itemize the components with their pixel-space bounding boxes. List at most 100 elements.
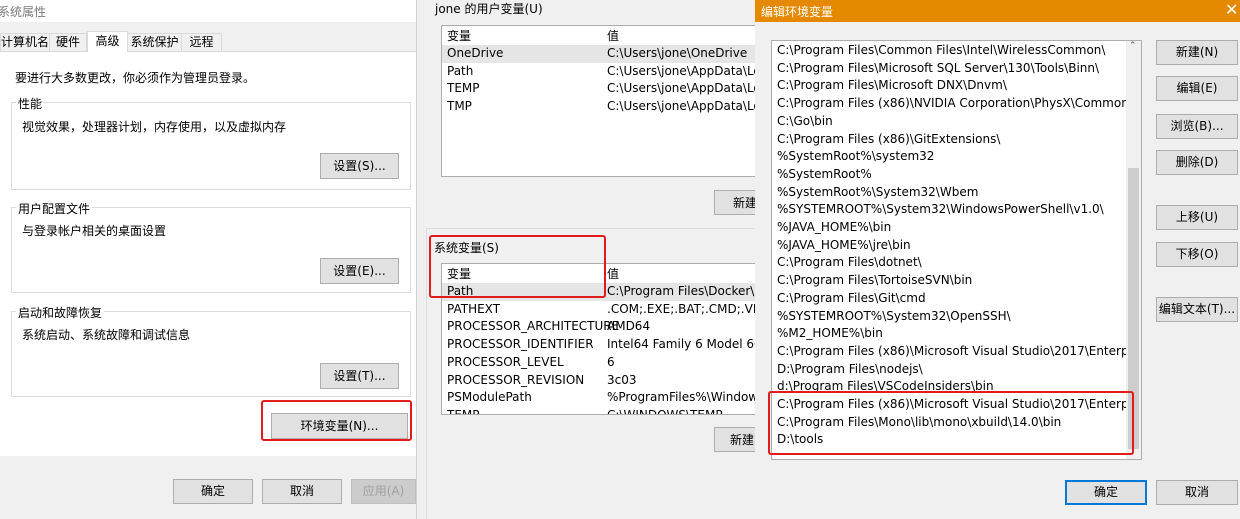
path-entry[interactable]: %SystemRoot%\System32\Wbem [777,184,1126,202]
var-name: TEMP [447,407,480,415]
var-value: %ProgramFiles%\WindowsP [607,390,757,405]
path-entry[interactable]: %JAVA_HOME%\bin [777,219,1126,237]
var-value: .COM;.EXE;.BAT;.CMD;.VBS;. [607,301,756,316]
edit-cancel-button[interactable]: 取消 [1156,480,1238,505]
edit-ok-button[interactable]: 确定 [1065,480,1147,505]
tab-system-protection[interactable]: 系统保护 [128,33,182,51]
path-entry[interactable]: %SYSTEMROOT%\System32\WindowsPowerShell\… [777,201,1126,219]
sys-row-processor-revision[interactable]: PROCESSOR_REVISION 3c03 [442,372,756,390]
advanced-tab-panel: 要进行大多数更改，你必须作为管理员登录。 性能 视觉效果，处理器计划，内存使用，… [0,51,416,456]
system-variables-title: 系统变量(S) [434,239,499,256]
var-name: OneDrive [447,46,504,60]
user-row-temp[interactable]: TEMP C:\Users\jone\AppData\Loca [442,80,775,98]
user-profiles-legend: 用户配置文件 [16,200,93,217]
var-name: PROCESSOR_ARCHITECTURE [447,319,620,334]
path-entry[interactable]: d:\Program Files\VSCodeInsiders\bin [777,378,1126,396]
path-entry[interactable]: C:\Program Files\Mono\lib\mono\xbuild\14… [777,414,1126,432]
edit-window-titlebar: 编辑环境变量 ✕ [755,0,1240,22]
tab-hardware[interactable]: 硬件 [50,33,87,51]
user-col-variable[interactable]: 变量 [447,27,471,45]
user-row-path[interactable]: Path C:\Users\jone\AppData\Loca [442,63,775,81]
var-value: AMD64 [607,319,651,334]
user-row-tmp[interactable]: TMP C:\Users\jone\AppData\Loca [442,98,775,116]
browse-button[interactable]: 浏览(B)... [1156,114,1238,139]
edit-entry-button[interactable]: 编辑(E) [1156,76,1238,101]
edit-environment-variable-window: 编辑环境变量 ✕ C:\Program Files\Common Files\I… [755,0,1240,519]
path-entry[interactable]: C:\Go\bin [777,113,1126,131]
var-name: TEMP [447,81,480,96]
user-variables-title: jone 的用户变量(U) [435,2,543,16]
sys-row-processor-identifier[interactable]: PROCESSOR_IDENTIFIER Intel64 Family 6 Mo… [442,336,756,354]
delete-entry-button[interactable]: 删除(D) [1156,150,1238,175]
list-scrollbar[interactable]: ⌃ [1126,41,1141,459]
sys-row-temp[interactable]: TEMP C:\WINDOWS\TEMP [442,407,756,415]
var-value: C:\Program Files\Docker\Do [607,284,757,298]
tab-label: 高级 [95,34,120,48]
var-name: PROCESSOR_IDENTIFIER [447,337,594,352]
path-entry[interactable]: %JAVA_HOME%\jre\bin [777,237,1126,255]
var-name: Path [447,284,474,298]
tab-advanced[interactable]: 高级 [87,31,128,52]
cancel-button[interactable]: 取消 [262,479,342,504]
sys-row-pathext[interactable]: PATHEXT .COM;.EXE;.BAT;.CMD;.VBS;. [442,301,756,319]
sys-col-variable[interactable]: 变量 [447,265,471,283]
edit-window-title: 编辑环境变量 [761,5,834,19]
path-entry[interactable]: C:\Program Files\Common Files\Intel\Wire… [777,42,1126,60]
new-entry-button[interactable]: 新建(N) [1156,40,1238,65]
path-entry[interactable]: C:\Program Files\Microsoft SQL Server\13… [777,60,1126,78]
window-titlebar: 系统属性 [0,0,416,22]
sys-row-psmodulepath[interactable]: PSModulePath %ProgramFiles%\WindowsP [442,389,757,407]
environment-variables-window: jone 的用户变量(U) 变量 值 OneDrive C:\Users\jon… [416,0,775,519]
environment-variables-button[interactable]: 环境变量(N)... [271,413,408,439]
admin-note: 要进行大多数更改，你必须作为管理员登录。 [15,71,256,85]
move-down-button[interactable]: 下移(O) [1156,242,1238,267]
path-entry[interactable]: C:\Program Files (x86)\Microsoft Visual … [777,343,1126,361]
close-icon[interactable]: ✕ [1225,0,1238,20]
sys-row-path[interactable]: Path C:\Program Files\Docker\Do [442,283,757,301]
var-value: C:\Users\jone\AppData\Loca [607,63,775,78]
startup-recovery-description: 系统启动、系统故障和调试信息 [22,328,191,342]
path-entry[interactable]: C:\Program Files (x86)\NVIDIA Corporatio… [777,95,1126,113]
var-value: C:\WINDOWS\TEMP [607,407,723,415]
scrollbar-thumb[interactable] [1128,168,1139,449]
user-profiles-settings-button[interactable]: 设置(E)... [320,258,399,284]
var-value: C:\Users\jone\AppData\Loca [607,99,775,114]
apply-button[interactable]: 应用(A) [351,479,416,504]
startup-recovery-group: 启动和故障恢复 系统启动、系统故障和调试信息 设置(T)... [11,304,411,397]
scroll-up-icon[interactable]: ⌃ [1129,41,1137,51]
path-entry[interactable]: D:\Program Files\nodejs\ [777,361,1126,379]
path-entry[interactable]: C:\Program Files\TortoiseSVN\bin [777,272,1126,290]
var-value: 6 [607,354,615,369]
path-entry[interactable]: %SYSTEMROOT%\System32\OpenSSH\ [777,308,1126,326]
path-entry[interactable]: C:\Program Files\Git\cmd [777,290,1126,308]
path-entry[interactable]: %SystemRoot%\system32 [777,148,1126,166]
user-col-value[interactable]: 值 [607,27,619,45]
move-up-button[interactable]: 上移(U) [1156,205,1238,230]
path-entry[interactable]: D:\tools [777,431,1126,449]
sys-row-processor-level[interactable]: PROCESSOR_LEVEL 6 [442,354,756,372]
performance-group: 性能 视觉效果，处理器计划，内存使用，以及虚拟内存 设置(S)... [11,95,411,190]
sys-row-processor-architecture[interactable]: PROCESSOR_ARCHITECTURE AMD64 [442,318,756,336]
sys-col-value[interactable]: 值 [607,265,619,283]
path-entry[interactable]: C:\Program Files (x86)\GitExtensions\ [777,131,1126,149]
var-value: C:\Users\jone\AppData\Loca [607,81,775,96]
system-properties-window: 系统属性 计算机名 硬件 高级 系统保护 远程 要进行大多数更改，你必须作为管理… [0,0,416,519]
path-entry[interactable]: C:\Program Files (x86)\Microsoft Visual … [777,396,1126,414]
tab-remote[interactable]: 远程 [182,33,222,51]
path-entries-list[interactable]: C:\Program Files\Common Files\Intel\Wire… [771,40,1142,460]
tab-computer-name[interactable]: 计算机名 [0,33,50,51]
path-entry[interactable]: C:\Program Files\Microsoft DNX\Dnvm\ [777,77,1126,95]
path-entry[interactable]: %M2_HOME%\bin [777,325,1126,343]
edit-text-button[interactable]: 编辑文本(T)... [1156,297,1238,322]
user-variables-list[interactable]: 变量 值 OneDrive C:\Users\jone\OneDrive Pat… [441,25,775,177]
system-variables-list[interactable]: 变量 值 Path C:\Program Files\Docker\Do PAT… [441,263,757,415]
performance-settings-button[interactable]: 设置(S)... [320,153,399,179]
user-row-onedrive[interactable]: OneDrive C:\Users\jone\OneDrive [442,45,758,63]
ok-button[interactable]: 确定 [173,479,253,504]
var-name: PROCESSOR_LEVEL [447,354,564,369]
tab-label: 硬件 [55,35,80,49]
path-entry[interactable]: %SystemRoot% [777,166,1126,184]
tab-strip: 计算机名 硬件 高级 系统保护 远程 [0,31,416,52]
path-entry[interactable]: C:\Program Files\dotnet\ [777,254,1126,272]
startup-recovery-settings-button[interactable]: 设置(T)... [320,363,399,389]
